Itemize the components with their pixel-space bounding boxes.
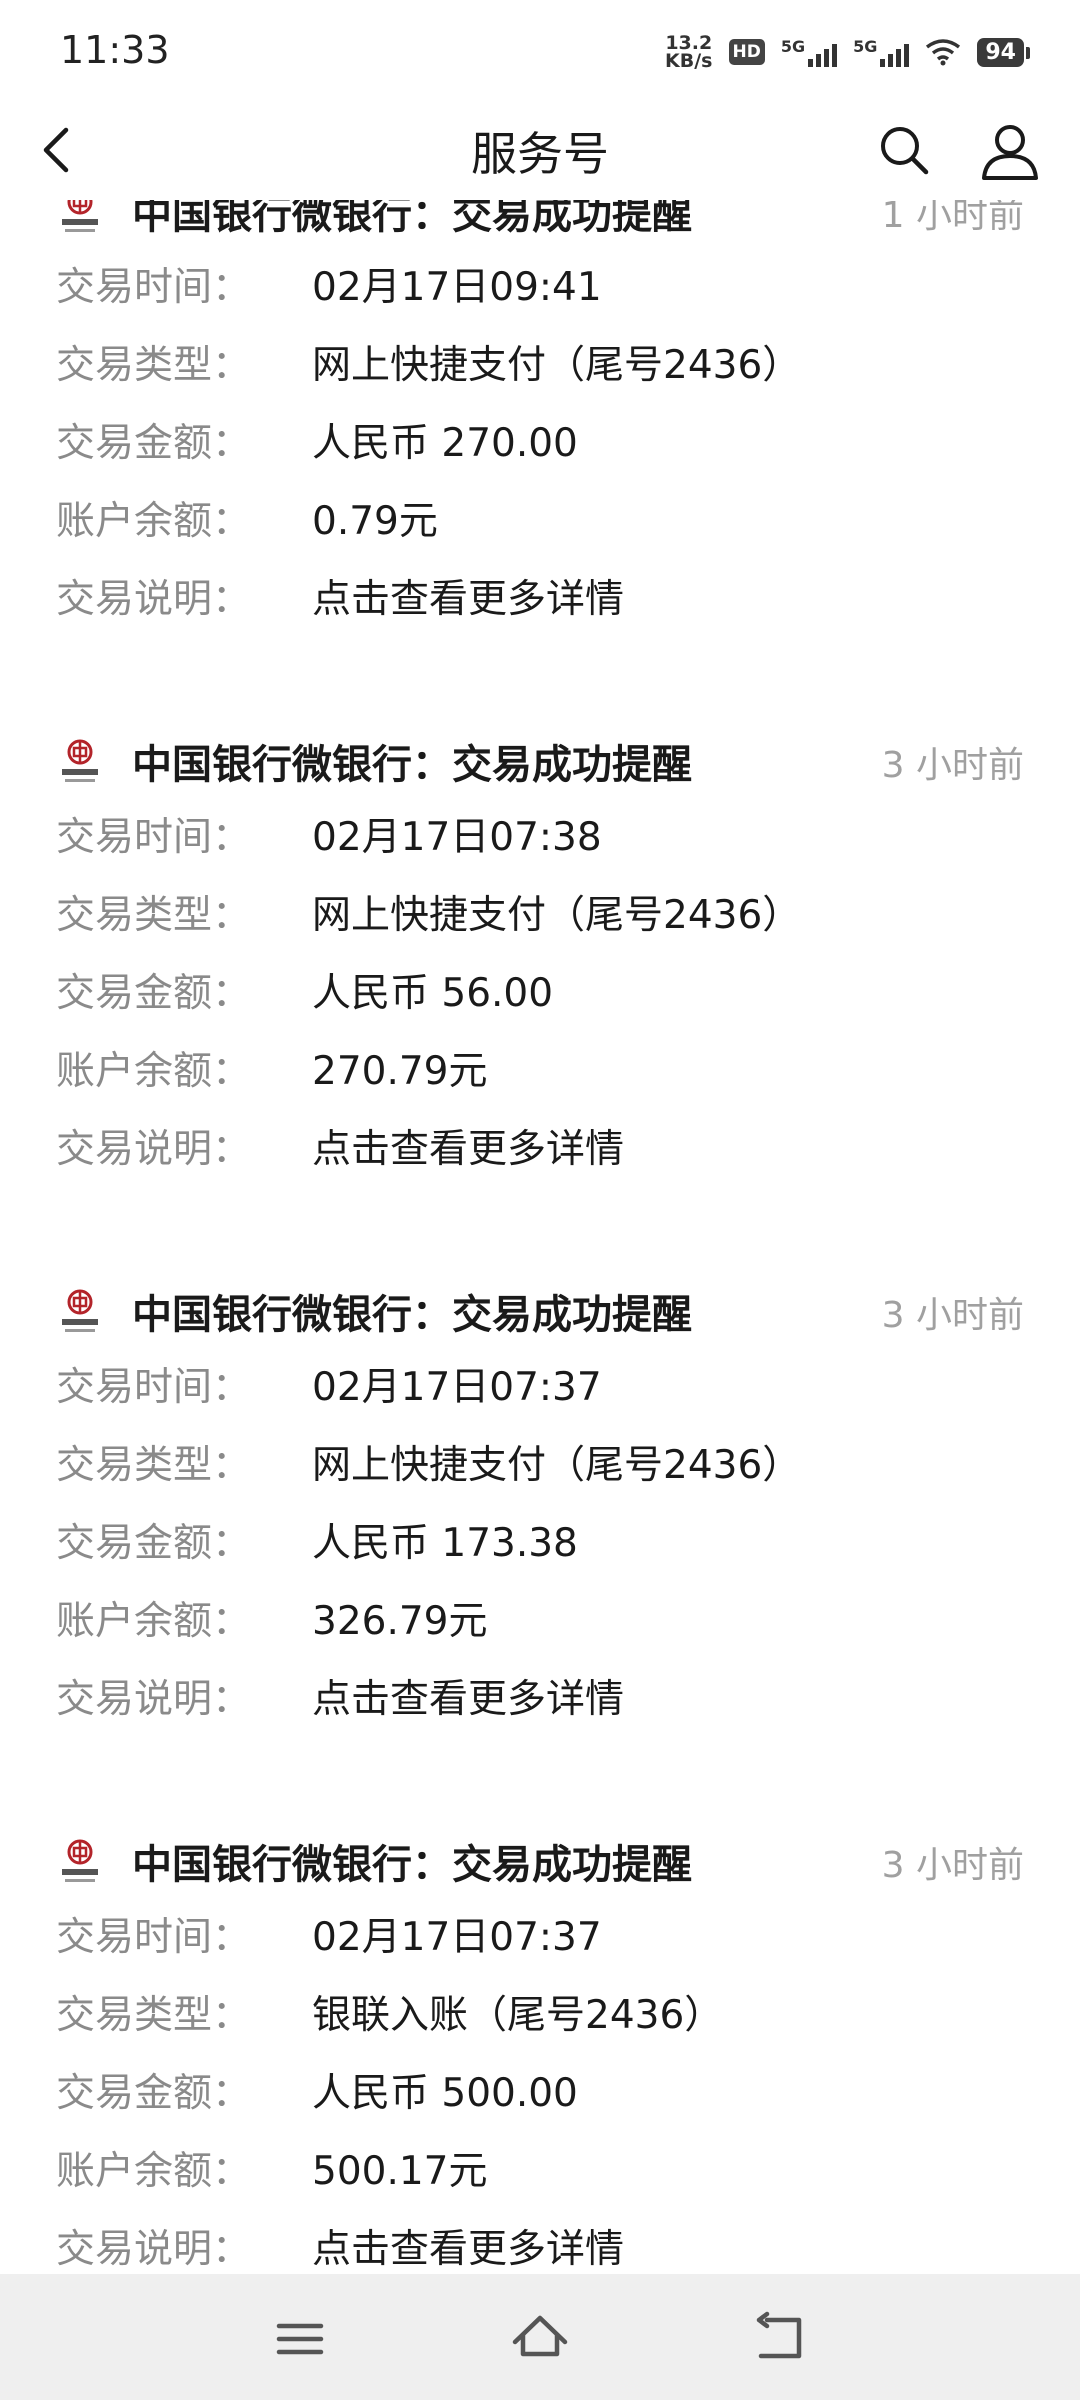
detail-label: 交易类型： [56,1993,252,2038]
message-title: 中国银行微银行：交易成功提醒 [132,200,692,238]
message-header: 中国银行微银行：交易成功提醒 3 小时前 [0,1820,1080,1900]
app-header: 服务号 [0,100,1080,200]
more-details-link[interactable]: 点击查看更多详情 [312,568,624,624]
message-header: 中国银行微银行：交易成功提醒 3 小时前 [0,720,1080,800]
sim2-label: 5G [853,37,878,56]
network-speed: 13.2 KB/s [665,34,713,72]
detail-value: 网上快捷支付（尾号2436） [312,1443,802,1488]
home-button[interactable] [505,2304,575,2374]
detail-label: 交易说明： [56,577,252,622]
detail-label: 交易金额： [56,1521,252,1566]
detail-value: 02月17日07:37 [312,1365,602,1410]
detail-label: 交易金额： [56,421,252,466]
detail-label: 账户余额： [56,499,252,544]
search-button[interactable] [872,118,936,182]
message-time: 3 小时前 [881,745,1024,786]
bank-of-china-logo [62,1289,98,1332]
detail-label: 账户余额： [56,1049,252,1094]
detail-label: 交易类型： [56,343,252,388]
bank-of-china-logo [62,739,98,782]
message-feed[interactable]: 中国银行微银行：交易成功提醒 1 小时前 交易时间： 02月17日09:41 交… [0,200,1080,2274]
detail-label: 交易时间： [56,1365,252,1410]
bank-of-china-logo [62,200,98,232]
network-speed-unit: KB/s [665,50,713,72]
profile-button[interactable] [976,118,1044,186]
detail-label: 交易时间： [56,265,252,310]
message-title: 中国银行微银行：交易成功提醒 [132,742,692,788]
more-details-link[interactable]: 点击查看更多详情 [312,1668,624,1724]
detail-value: 02月17日07:37 [312,1915,602,1960]
message-time: 3 小时前 [881,1845,1024,1886]
message-card[interactable]: 中国银行微银行：交易成功提醒 3 小时前 交易时间： 02月17日07:37 交… [0,1820,1080,2274]
detail-value: 0.79元 [312,499,438,544]
system-nav-bar [0,2274,1080,2400]
detail-value: 500.17元 [312,2149,488,2194]
menu-icon [276,2323,324,2355]
detail-label: 交易金额： [56,2071,252,2116]
detail-label: 交易金额： [56,971,252,1016]
detail-value: 人民币 56.00 [312,971,554,1016]
message-card[interactable]: 中国银行微银行：交易成功提醒 1 小时前 交易时间： 02月17日09:41 交… [0,200,1080,710]
detail-label: 账户余额： [56,2149,252,2194]
wifi-icon [926,39,961,66]
message-card[interactable]: 中国银行微银行：交易成功提醒 3 小时前 交易时间： 02月17日07:38 交… [0,720,1080,1260]
message-header: 中国银行微银行：交易成功提醒 3 小时前 [0,1270,1080,1350]
detail-label: 账户余额： [56,1599,252,1644]
signal-icon-sim1: 5G [780,37,838,67]
system-back-button[interactable] [745,2304,815,2374]
detail-label: 交易类型： [56,893,252,938]
detail-value: 网上快捷支付（尾号2436） [312,893,802,938]
message-time: 3 小时前 [881,1295,1024,1336]
detail-value: 人民币 270.00 [312,421,578,466]
detail-label: 交易说明： [56,1127,252,1172]
battery-icon: 94 [977,37,1030,67]
message-card[interactable]: 中国银行微银行：交易成功提醒 3 小时前 交易时间： 02月17日07:37 交… [0,1270,1080,1810]
detail-value: 银联入账（尾号2436） [312,1993,724,2038]
menu-button[interactable] [265,2304,335,2374]
detail-label: 交易说明： [56,2227,252,2272]
detail-value: 326.79元 [312,1599,488,1644]
message-header: 中国银行微银行：交易成功提醒 1 小时前 [0,200,1080,250]
person-icon [982,125,1038,180]
detail-value: 网上快捷支付（尾号2436） [312,343,802,388]
detail-label: 交易说明： [56,1677,252,1722]
status-time: 11:33 [60,28,170,72]
home-icon [512,2315,568,2357]
detail-value: 02月17日09:41 [312,265,602,310]
more-details-link[interactable]: 点击查看更多详情 [312,1118,624,1174]
bank-of-china-logo [62,1839,98,1882]
detail-value: 人民币 500.00 [312,2071,578,2116]
hd-icon: HD [728,39,765,65]
detail-label: 交易时间： [56,815,252,860]
more-details-link[interactable]: 点击查看更多详情 [312,2218,624,2274]
detail-label: 交易时间： [56,1915,252,1960]
sim1-label: 5G [780,37,806,56]
search-icon [881,127,929,175]
back-icon [756,2311,802,2359]
status-bar: 11:33 13.2 KB/s HD 5G 5G 94 [0,0,1080,100]
message-title: 中国银行微银行：交易成功提醒 [132,1292,692,1338]
signal-icon-sim2: 5G [853,37,910,67]
detail-value: 人民币 173.38 [312,1521,578,1566]
message-time: 1 小时前 [881,200,1024,236]
status-icons: 13.2 KB/s HD 5G 5G 94 [665,30,1030,74]
detail-value: 270.79元 [312,1049,488,1094]
detail-label: 交易类型： [56,1443,252,1488]
detail-value: 02月17日07:38 [312,815,602,860]
message-title: 中国银行微银行：交易成功提醒 [132,1842,692,1888]
